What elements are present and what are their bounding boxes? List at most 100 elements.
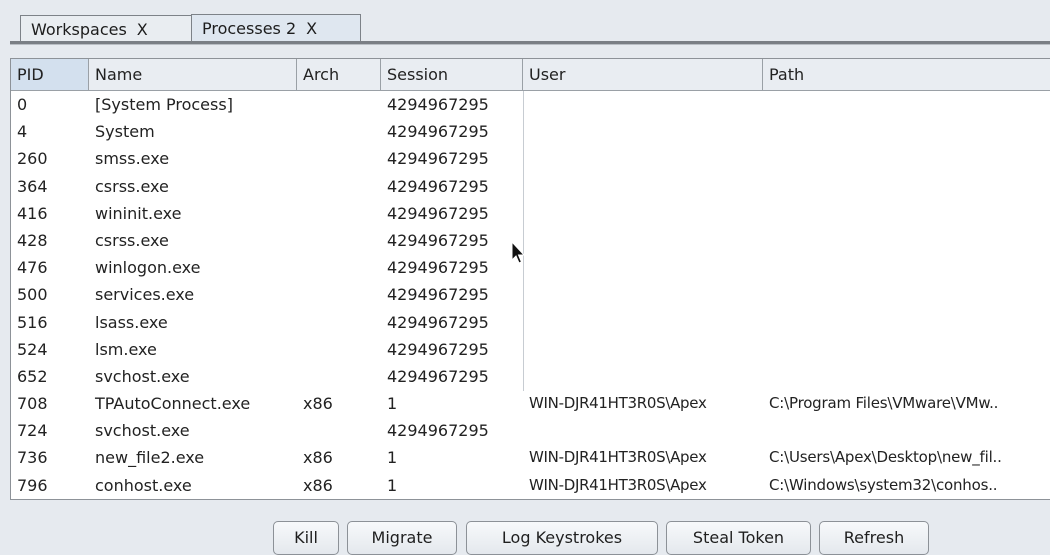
cell-pid: 476 [17,258,48,278]
column-header-arch[interactable]: Arch [297,59,381,90]
table-row[interactable]: 0 [System Process] 4294967295 [11,91,1050,118]
table-row[interactable]: 516 lsass.exe 4294967295 [11,309,1050,336]
cell-session: 4294967295 [387,122,489,142]
table-row[interactable]: 476 winlogon.exe 4294967295 [11,254,1050,281]
cell-session: 4294967295 [387,203,489,223]
cell-path [763,336,1050,363]
cell-user [523,118,763,145]
action-bar: Kill Migrate Log Keystrokes Steal Token … [0,500,1050,555]
cell-session: 4294967295 [387,312,489,332]
cell-name: conhost.exe [95,475,192,495]
tab-workspaces-close-icon[interactable]: X [137,20,148,39]
cell-name: new_file2.exe [95,448,205,468]
tab-workspaces-label: Workspaces [31,20,127,39]
cell-path [763,145,1050,172]
tab-bar: Workspaces X Processes 2 X [0,0,1050,50]
table-row[interactable]: 364 csrss.exe 4294967295 [11,173,1050,200]
cell-session: 4294967295 [387,95,489,114]
table-row[interactable]: 428 csrss.exe 4294967295 [11,227,1050,254]
refresh-button[interactable]: Refresh [819,521,929,555]
table-row[interactable]: 652 svchost.exe 4294967295 [11,363,1050,390]
cell-arch: x86 [303,448,333,468]
cell-path [763,91,1050,118]
cell-name: lsass.exe [95,312,168,332]
cell-user [523,145,763,172]
cell-pid: 428 [17,230,48,250]
table-row[interactable]: 736 new_file2.exe x86 1 WIN-DJR41HT3R0S\Apex… [11,444,1050,471]
cell-arch [297,281,381,308]
cell-arch: x86 [303,475,333,495]
table-row[interactable]: 724 svchost.exe 4294967295 [11,417,1050,444]
cell-arch [297,309,381,336]
cell-pid: 724 [17,421,48,441]
cell-name: svchost.exe [95,421,190,441]
table-row[interactable]: 796 conhost.exe x86 1 WIN-DJR41HT3R0S\Apex C:… [11,472,1050,499]
cell-session: 4294967295 [387,176,489,196]
cell-name: svchost.exe [95,366,190,386]
cell-name: [System Process] [95,95,233,114]
cell-user [523,336,763,363]
tab-processes-label: Processes 2 [202,19,297,38]
cell-user [523,281,763,308]
tab-processes[interactable]: Processes 2 X [191,14,361,44]
cell-name: System [95,122,155,142]
cell-arch [297,118,381,145]
cell-path [763,309,1050,336]
migrate-button[interactable]: Migrate [347,521,457,555]
cell-path: C:\Windows\system32\conhos.. [769,475,998,494]
cell-path: C:\Program Files\VMware\VMw.. [769,394,999,413]
cell-name: wininit.exe [95,203,182,223]
column-header-name[interactable]: Name [89,59,297,90]
cell-session: 1 [387,394,398,414]
table-row[interactable]: 260 smss.exe 4294967295 [11,145,1050,172]
cell-pid: 416 [17,203,48,223]
table-row[interactable]: 708 TPAutoConnect.exe x86 1 WIN-DJR41HT3R0S\… [11,390,1050,417]
column-header-session[interactable]: Session [381,59,523,90]
cell-arch [297,173,381,200]
cell-user: WIN-DJR41HT3R0S\Apex [529,475,707,494]
cell-name: TPAutoConnect.exe [95,394,251,414]
cell-arch [297,200,381,227]
cell-user [523,173,763,200]
process-table[interactable]: PID Name Arch Session User Path 0 [System… [10,58,1050,500]
column-header-pid[interactable]: PID [11,59,89,90]
tab-workspaces[interactable]: Workspaces X [20,15,192,43]
cell-user [523,363,763,390]
kill-button[interactable]: Kill [273,521,339,555]
cell-arch [297,417,381,444]
cell-arch [297,145,381,172]
cell-path [763,118,1050,145]
cell-path [763,173,1050,200]
column-header-user[interactable]: User [523,59,763,90]
tab-processes-close-icon[interactable]: X [306,19,317,38]
cell-user [523,91,763,118]
log-keystrokes-button[interactable]: Log Keystrokes [466,521,658,555]
cell-name: csrss.exe [95,230,169,250]
cell-user [523,200,763,227]
table-header: PID Name Arch Session User Path [11,59,1050,91]
cell-user [523,254,763,281]
cell-pid: 0 [17,95,28,114]
cell-arch [297,227,381,254]
cell-arch [297,363,381,390]
table-row[interactable]: 524 lsm.exe 4294967295 [11,336,1050,363]
cell-path [763,281,1050,308]
table-row[interactable]: 500 services.exe 4294967295 [11,281,1050,308]
cell-session: 1 [387,475,398,495]
cell-name: lsm.exe [95,339,157,359]
cell-session: 1 [387,448,398,468]
cell-session: 4294967295 [387,258,489,278]
cell-path [763,200,1050,227]
cell-pid: 500 [17,285,48,305]
cell-path [763,363,1050,390]
cell-arch: x86 [303,394,333,414]
cell-user [523,309,763,336]
cell-arch [297,336,381,363]
steal-token-button[interactable]: Steal Token [666,521,811,555]
cell-arch [297,254,381,281]
cell-user [523,417,763,444]
table-row[interactable]: 416 wininit.exe 4294967295 [11,200,1050,227]
cell-pid: 260 [17,149,48,169]
column-header-path[interactable]: Path [763,59,1050,90]
table-row[interactable]: 4 System 4294967295 [11,118,1050,145]
